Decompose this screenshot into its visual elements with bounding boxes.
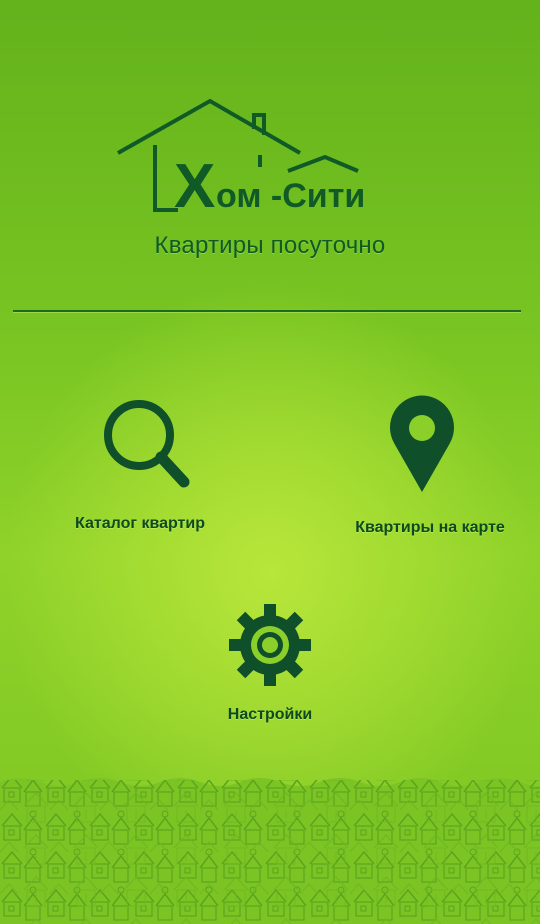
gear-icon xyxy=(229,604,311,686)
map-button[interactable]: Квартиры на карте xyxy=(340,395,520,537)
map-label: Квартиры на карте xyxy=(355,519,505,536)
app-logo: Х ом -Сити xyxy=(117,98,365,220)
catalog-label: Каталог квартир xyxy=(75,515,205,532)
svg-text:ом -Сити: ом -Сити xyxy=(216,177,365,215)
map-pin-icon xyxy=(390,395,454,492)
search-icon xyxy=(104,400,190,488)
divider xyxy=(13,310,521,312)
catalog-button[interactable]: Каталог квартир xyxy=(60,395,220,533)
settings-label: Настройки xyxy=(227,706,313,723)
svg-text:Х: Х xyxy=(174,152,215,220)
tagline: Квартиры посуточно xyxy=(154,232,386,259)
town-illustration xyxy=(0,778,540,924)
settings-button[interactable]: Настройки xyxy=(200,604,340,724)
